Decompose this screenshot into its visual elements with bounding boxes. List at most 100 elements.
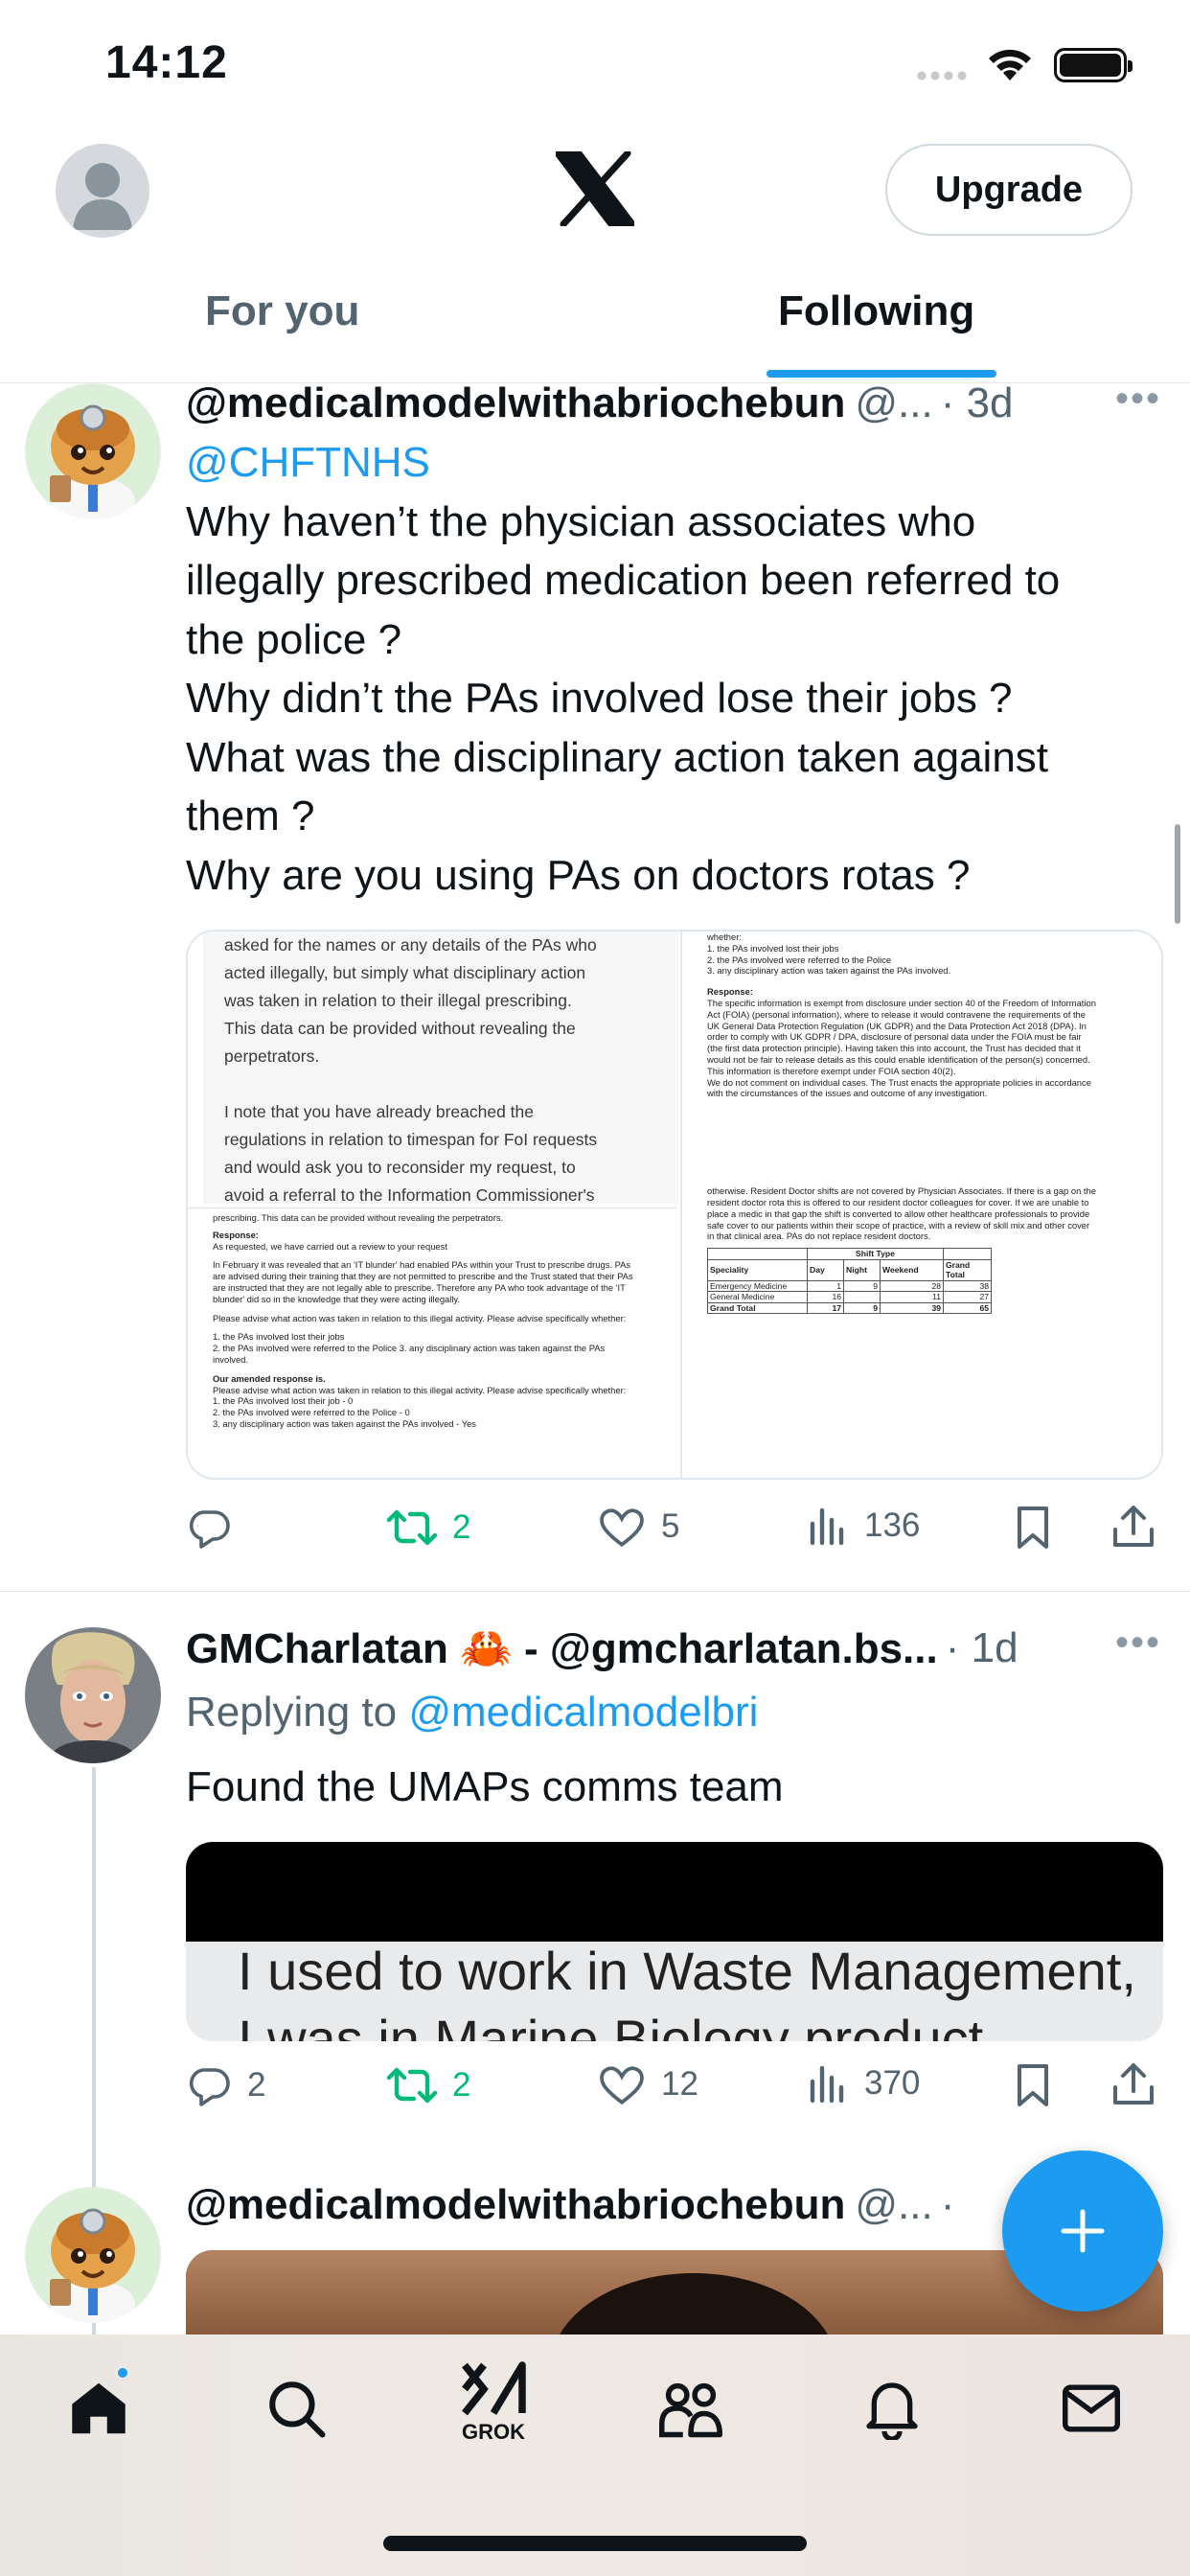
nav-notifications[interactable] — [849, 2365, 935, 2451]
signal-icon — [915, 71, 969, 80]
doc-line: involved. — [213, 1353, 249, 1365]
reply-button[interactable]: 2 — [186, 2062, 265, 2108]
views-button[interactable]: 136 — [807, 1505, 920, 1547]
like-count: 12 — [661, 2065, 698, 2103]
table-cell: 1 — [807, 1279, 844, 1293]
author-handle[interactable]: @... — [855, 380, 932, 427]
doc-line: acted illegally, but simply what discipl… — [224, 963, 586, 982]
heart-icon — [600, 2066, 644, 2105]
tweet-media-video[interactable]: I used to work in Waste Management, I wa… — [186, 1842, 1163, 2041]
author-name[interactable]: GMCharlatan 🦀 - @gmcharlatan.bs... — [186, 1623, 938, 1673]
retweet-button[interactable]: 2 — [387, 1505, 470, 1551]
views-button[interactable]: 370 — [807, 2062, 920, 2104]
x-logo-icon[interactable] — [556, 151, 634, 226]
reply-button[interactable] — [186, 1505, 247, 1551]
video-caption: I used to work in Waste Management, — [238, 1941, 1136, 2001]
tab-for-you[interactable]: For you — [205, 288, 359, 383]
author-name[interactable]: @medicalmodelwithabriochebun — [186, 380, 845, 427]
tweet-line: illegally prescribed medication been ref… — [186, 557, 1061, 604]
table-cell: 39 — [880, 1301, 944, 1315]
author-handle[interactable]: @... — [855, 2181, 932, 2229]
doc-line: perpetrators. — [224, 1046, 320, 1066]
bookmark-button[interactable] — [1014, 2062, 1052, 2108]
more-options-icon[interactable]: ••• — [1115, 1622, 1161, 1665]
bun-doctor-avatar-icon — [25, 2187, 161, 2323]
tweet-media-grid[interactable]: asked for the names or any details of th… — [186, 930, 1163, 1480]
reply-icon — [189, 1510, 230, 1549]
tweet-actions: 2 2 12 370 — [186, 2062, 1163, 2120]
scroll-indicator[interactable] — [1175, 824, 1180, 924]
heart-icon — [600, 1508, 644, 1548]
like-button[interactable]: 12 — [598, 2062, 698, 2106]
tweet-divider — [0, 1591, 1190, 1592]
tweet-line: the police ? — [186, 615, 402, 663]
author-name[interactable]: @medicalmodelwithabriochebun — [186, 2181, 845, 2229]
retweet-button[interactable]: 2 — [387, 2062, 470, 2108]
doc-line — [224, 1070, 678, 1098]
doc-line: with the circumstances of the issues and… — [707, 1088, 988, 1099]
tweet-time[interactable]: · — [941, 2181, 955, 2229]
tweet-text: @CHFTNHS Why haven’t the physician assoc… — [186, 433, 1154, 905]
document-image-response[interactable]: prescribing. This data can be provided w… — [188, 1208, 676, 1478]
tab-following[interactable]: Following — [778, 288, 974, 383]
bookmark-button[interactable] — [1014, 1505, 1052, 1551]
person-icon — [73, 163, 132, 230]
tweet-time[interactable]: · 3d — [941, 380, 1014, 427]
view-count: 136 — [864, 1506, 921, 1544]
retweet-icon — [387, 2067, 437, 2104]
bun-doctor-avatar-icon — [25, 383, 161, 519]
table-header: Day — [807, 1258, 844, 1281]
table-header: Weekend — [880, 1258, 944, 1281]
author-avatar[interactable] — [25, 383, 161, 519]
share-button[interactable] — [1111, 1505, 1156, 1551]
nav-messages[interactable] — [1048, 2365, 1134, 2451]
nav-grok[interactable]: GROK — [450, 2359, 537, 2446]
doc-line: resident doctor rota this is offered to … — [707, 1196, 1089, 1208]
home-indicator[interactable] — [383, 2536, 807, 2551]
like-count: 5 — [661, 1507, 680, 1545]
doc-line: are advised during their training that t… — [213, 1271, 633, 1282]
doc-line: As requested, we have carried out a revi… — [213, 1240, 447, 1252]
tweet-header: GMCharlatan 🦀 - @gmcharlatan.bs... · 1d — [186, 1623, 1018, 1673]
nav-search[interactable] — [253, 2365, 339, 2451]
status-time: 14:12 — [105, 37, 228, 88]
tweet-time[interactable]: · 1d — [946, 1624, 1018, 1672]
view-count: 370 — [864, 2064, 921, 2102]
upgrade-button[interactable]: Upgrade — [885, 144, 1133, 236]
replying-to-link[interactable]: @medicalmodelbri — [408, 1689, 758, 1736]
compose-button[interactable] — [1002, 2150, 1163, 2312]
doc-line: 1. the PAs involved lost their jobs — [707, 942, 839, 954]
profile-avatar[interactable] — [56, 144, 149, 238]
like-button[interactable]: 5 — [598, 1505, 679, 1549]
home-icon — [72, 2382, 126, 2434]
doc-line: are instructed that they are not legally… — [213, 1281, 626, 1293]
doc-line: This data can be provided without reveal… — [224, 1019, 576, 1038]
doc-line: otherwise. Resident Doctor shifts are no… — [707, 1185, 1096, 1197]
doc-line: 2. the PAs involved were referred to the… — [213, 1407, 410, 1418]
nav-home[interactable] — [56, 2365, 142, 2451]
document-image-foi-response[interactable]: whether: 1. the PAs involved lost their … — [680, 932, 1161, 1478]
top-header: Upgrade For you Following — [0, 125, 1190, 383]
tweet-line: What was the disciplinary action taken a… — [186, 733, 1049, 781]
document-image-letter[interactable]: asked for the names or any details of th… — [203, 932, 678, 1204]
battery-icon — [1054, 48, 1133, 82]
doc-line: avoid a referral to the Information Comm… — [224, 1185, 595, 1204]
share-button[interactable] — [1111, 2062, 1156, 2108]
doc-line: 2. the PAs involved were referred to the… — [213, 1343, 606, 1354]
author-avatar[interactable] — [25, 1627, 161, 1763]
doc-line: Please advise what action was taken in r… — [213, 1384, 627, 1395]
views-icon — [810, 2065, 844, 2104]
doc-line: In February it was revealed that an 'IT … — [213, 1259, 631, 1271]
mention-link[interactable]: @CHFTNHS — [186, 433, 1154, 493]
author-avatar[interactable] — [25, 2187, 161, 2323]
tweet-header: @medicalmodelwithabriochebun @... · 3d — [186, 380, 1014, 427]
doc-line: Our amended response is. — [213, 1372, 326, 1384]
doc-line: 3. any disciplinary action was taken aga… — [707, 965, 951, 977]
more-options-icon[interactable]: ••• — [1115, 378, 1161, 421]
bookmark-icon — [1018, 1506, 1048, 1549]
nav-communities[interactable] — [648, 2365, 734, 2451]
table-cell — [843, 1291, 881, 1303]
doc-line: would not be fair to release details as … — [707, 1053, 1090, 1065]
doc-line: UK General Data Protection Regulation (U… — [707, 1020, 1087, 1031]
tweet-line: Why didn’t the PAs involved lose their j… — [186, 675, 1013, 722]
